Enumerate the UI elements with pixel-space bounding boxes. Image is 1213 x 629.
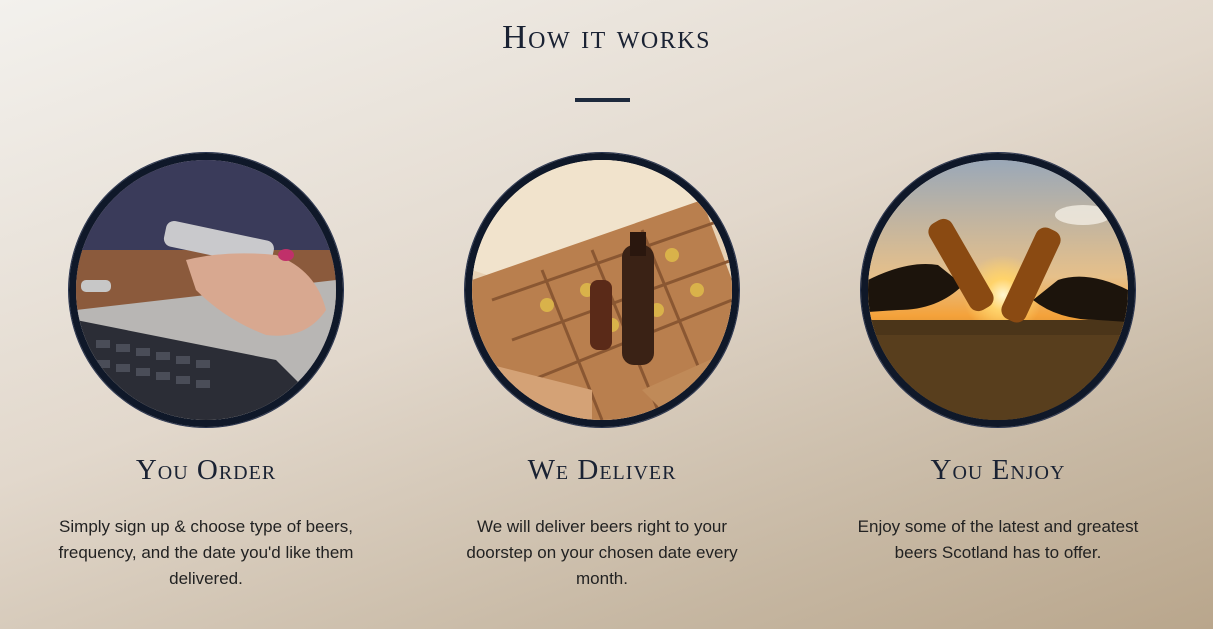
step-description-enjoy: Enjoy some of the latest and greatest be… xyxy=(857,517,1139,562)
step-description-order: Simply sign up & choose type of beers, f… xyxy=(58,517,354,588)
title-divider xyxy=(575,98,630,102)
step-title-order: You Order xyxy=(135,454,277,486)
step-image-order xyxy=(69,153,343,427)
step-description-deliver: We will deliver beers right to your door… xyxy=(466,517,738,588)
step-you-order: You Order Simply sign up & choose type o… xyxy=(41,153,371,592)
section-title: How it works xyxy=(502,19,711,56)
step-title-enjoy: You Enjoy xyxy=(930,454,1066,486)
step-image-deliver xyxy=(465,153,739,427)
step-image-enjoy xyxy=(861,153,1135,427)
beer-cheers-photo-icon xyxy=(868,160,1128,420)
beer-box-photo-icon xyxy=(472,160,732,420)
step-you-enjoy: You Enjoy Enjoy some of the latest and g… xyxy=(833,153,1163,566)
laptop-phone-photo-icon xyxy=(76,160,336,420)
step-title-deliver: We Deliver xyxy=(527,454,677,486)
step-we-deliver: We Deliver We will deliver beers right t… xyxy=(437,153,767,592)
